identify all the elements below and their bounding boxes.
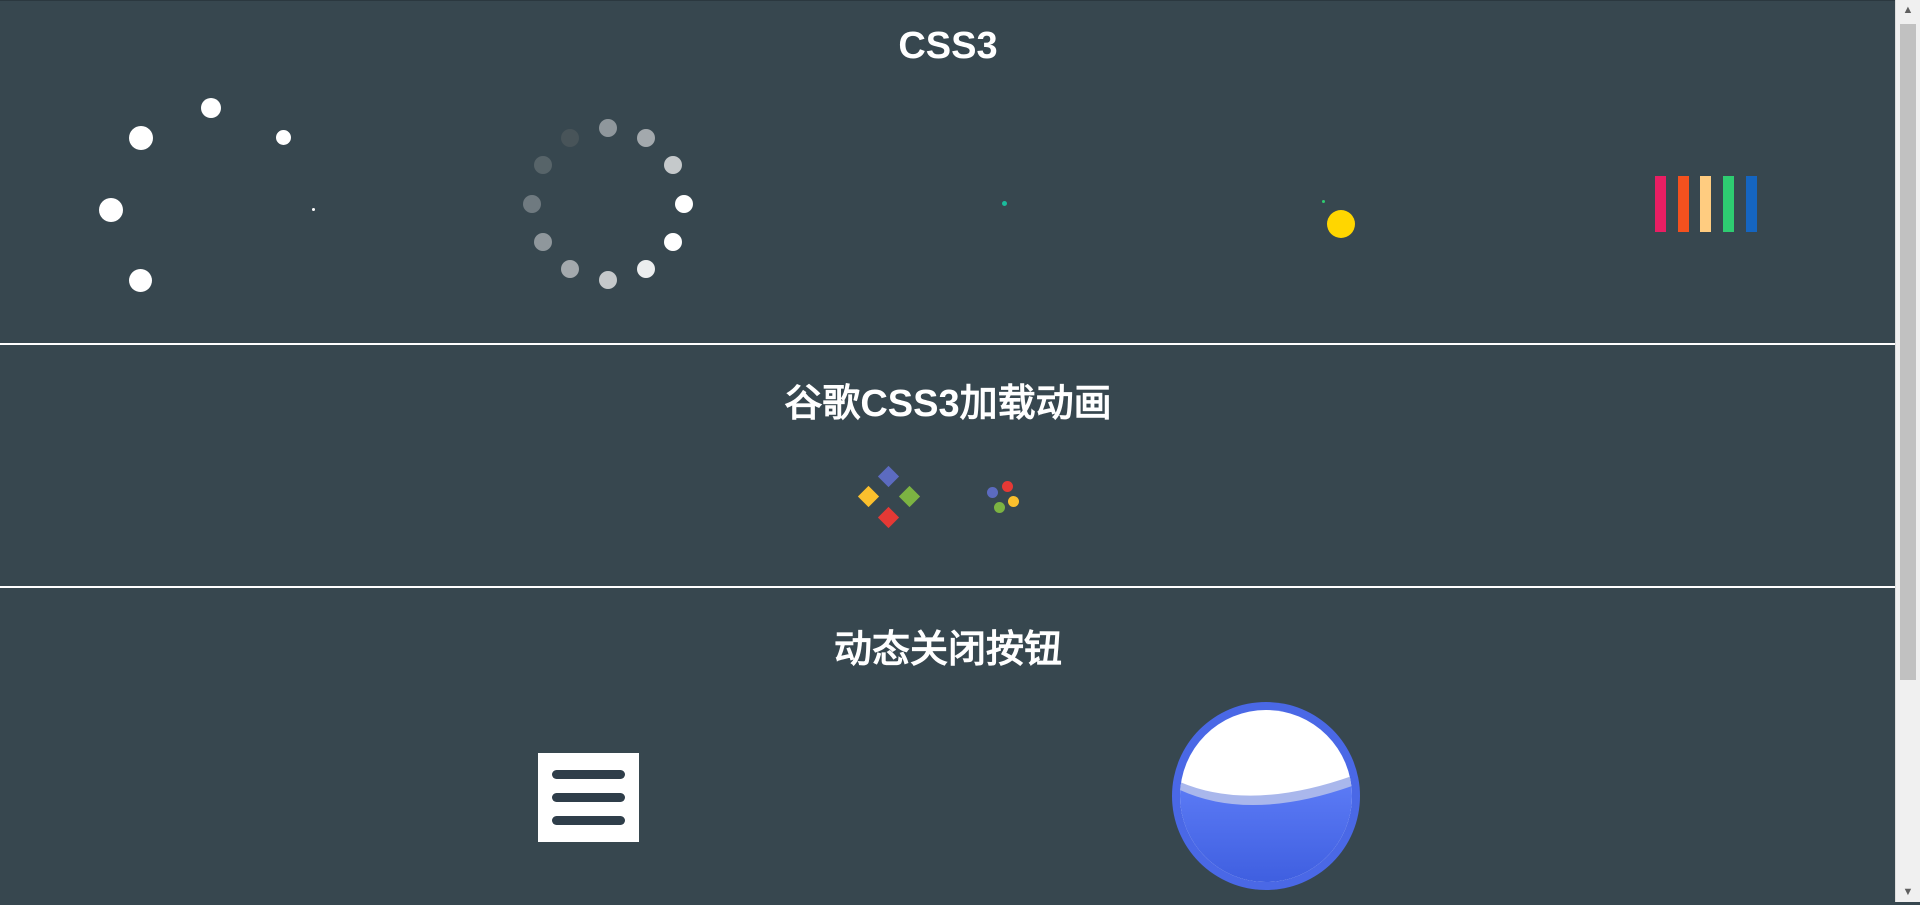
spinner-dot	[99, 198, 123, 222]
fade-dot	[664, 233, 682, 251]
diamond	[857, 485, 880, 508]
loader-bar	[1700, 176, 1711, 232]
section-close-buttons: 动态关闭按钮	[0, 586, 1896, 905]
fade-dot	[561, 260, 579, 278]
fade-dot	[675, 195, 693, 213]
google-dot	[987, 487, 998, 498]
fade-dot	[637, 260, 655, 278]
orbit-planet	[1322, 200, 1325, 203]
spinner-dot	[312, 208, 315, 211]
loader-bar	[1678, 176, 1689, 232]
hamburger-icon-bar	[552, 816, 625, 825]
water-wave-icon	[1180, 776, 1352, 882]
water-ball-inner	[1180, 710, 1352, 882]
diamond	[877, 465, 900, 488]
loader-bar	[1746, 176, 1757, 232]
water-ball-icon[interactable]	[1172, 702, 1360, 890]
hamburger-icon-bar	[552, 793, 625, 802]
spinner-dot	[129, 269, 152, 292]
hamburger-icon-bar	[552, 770, 625, 779]
diamond	[877, 506, 900, 529]
scroll-up-arrow-icon[interactable]: ▲	[1896, 0, 1920, 20]
spinner-dot	[129, 126, 153, 150]
loader-bar	[1655, 176, 1666, 232]
fade-dot	[599, 271, 617, 289]
diamond	[898, 485, 921, 508]
fade-dot	[523, 195, 541, 213]
menu-toggle-button[interactable]	[538, 753, 639, 842]
section-title-google: 谷歌CSS3加载动画	[784, 383, 1112, 425]
google-dot	[1002, 481, 1013, 492]
section-google-loaders: 谷歌CSS3加载动画	[0, 343, 1896, 588]
fade-dot	[664, 156, 682, 174]
google-dot	[1008, 496, 1019, 507]
fade-dot	[599, 119, 617, 137]
spinner-dot	[276, 130, 291, 145]
scrollbar-thumb[interactable]	[1900, 24, 1916, 680]
vertical-scrollbar[interactable]: ▲ ▼	[1895, 0, 1920, 902]
orbit-sun	[1327, 210, 1355, 238]
fade-dot	[534, 233, 552, 251]
fade-dot	[637, 129, 655, 147]
fade-dot	[561, 129, 579, 147]
fade-dot	[534, 156, 552, 174]
pulse-dot-loader	[1002, 201, 1007, 206]
loader-bar	[1723, 176, 1734, 232]
spinner-dot	[201, 98, 221, 118]
section-title-close: 动态关闭按钮	[833, 629, 1062, 671]
scroll-down-arrow-icon[interactable]: ▼	[1896, 882, 1920, 902]
section-title-css3: CSS3	[898, 25, 998, 67]
page: CSS3 谷歌CSS3加载动画 动态关闭按钮	[0, 0, 1896, 903]
google-dot	[994, 502, 1005, 513]
section-css3: CSS3	[0, 1, 1896, 343]
